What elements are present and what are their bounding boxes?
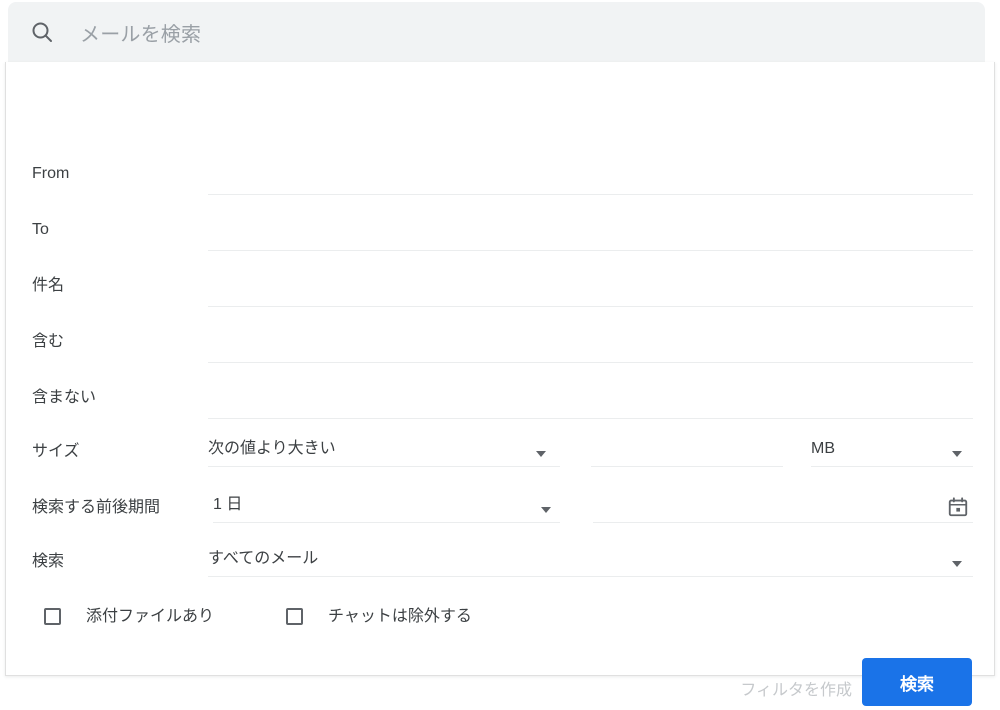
label-scope: 検索: [32, 553, 65, 570]
underline-size-operator: [208, 466, 560, 467]
advanced-search-panel: From To 件名 含む 含まない サイズ 次の値より大きい MB 検索する前…: [5, 62, 995, 706]
scope-chevron-down-icon[interactable]: [952, 561, 962, 567]
underline-date-value: [593, 522, 973, 523]
input-subject[interactable]: [203, 270, 968, 300]
advanced-search-form: From To 件名 含む 含まない サイズ 次の値より大きい MB 検索する前…: [6, 62, 994, 706]
underline-subject: [208, 306, 973, 307]
label-to: To: [32, 221, 49, 238]
underline-size-unit: [811, 466, 973, 467]
checkbox-label-has-attachment[interactable]: 添付ファイルあり: [86, 606, 214, 627]
search-input-placeholder[interactable]: メールを検索: [80, 18, 201, 47]
checkbox-exclude-chats[interactable]: [286, 608, 303, 625]
checkbox-has-attachment[interactable]: [44, 608, 61, 625]
underline-includes: [208, 362, 973, 363]
input-includes[interactable]: [203, 326, 968, 356]
field-row-size: サイズ 次の値より大きい MB: [6, 372, 994, 467]
checkbox-row: 添付ファイルあり チャットは除外する: [6, 606, 994, 632]
create-filter-button[interactable]: フィルタを作成: [732, 666, 860, 710]
scope-value[interactable]: すべてのメール: [208, 544, 318, 574]
input-to[interactable]: [203, 214, 968, 244]
checkbox-label-exclude-chats[interactable]: チャットは除外する: [328, 606, 472, 627]
label-from: From: [32, 165, 70, 182]
underline-scope: [208, 576, 973, 577]
underline-to: [208, 250, 973, 251]
search-button[interactable]: 検索: [862, 658, 972, 706]
field-row-to: To: [6, 212, 994, 251]
field-row-date-range: 検索する前後期間 1 日: [6, 428, 994, 523]
label-includes: 含む: [32, 333, 65, 350]
underline-size-amount: [591, 466, 783, 467]
label-subject: 件名: [32, 277, 65, 294]
input-from[interactable]: [203, 158, 968, 188]
underline-from: [208, 194, 973, 195]
underline-date-range: [213, 522, 560, 523]
field-row-subject: 件名: [6, 268, 994, 307]
underline-excludes: [208, 418, 973, 419]
field-row-from: From: [6, 156, 994, 195]
search-icon[interactable]: [30, 20, 54, 44]
search-bar[interactable]: メールを検索: [8, 2, 985, 62]
field-row-scope: 検索 すべてのメール: [6, 482, 994, 577]
field-row-includes: 含む: [6, 324, 994, 363]
